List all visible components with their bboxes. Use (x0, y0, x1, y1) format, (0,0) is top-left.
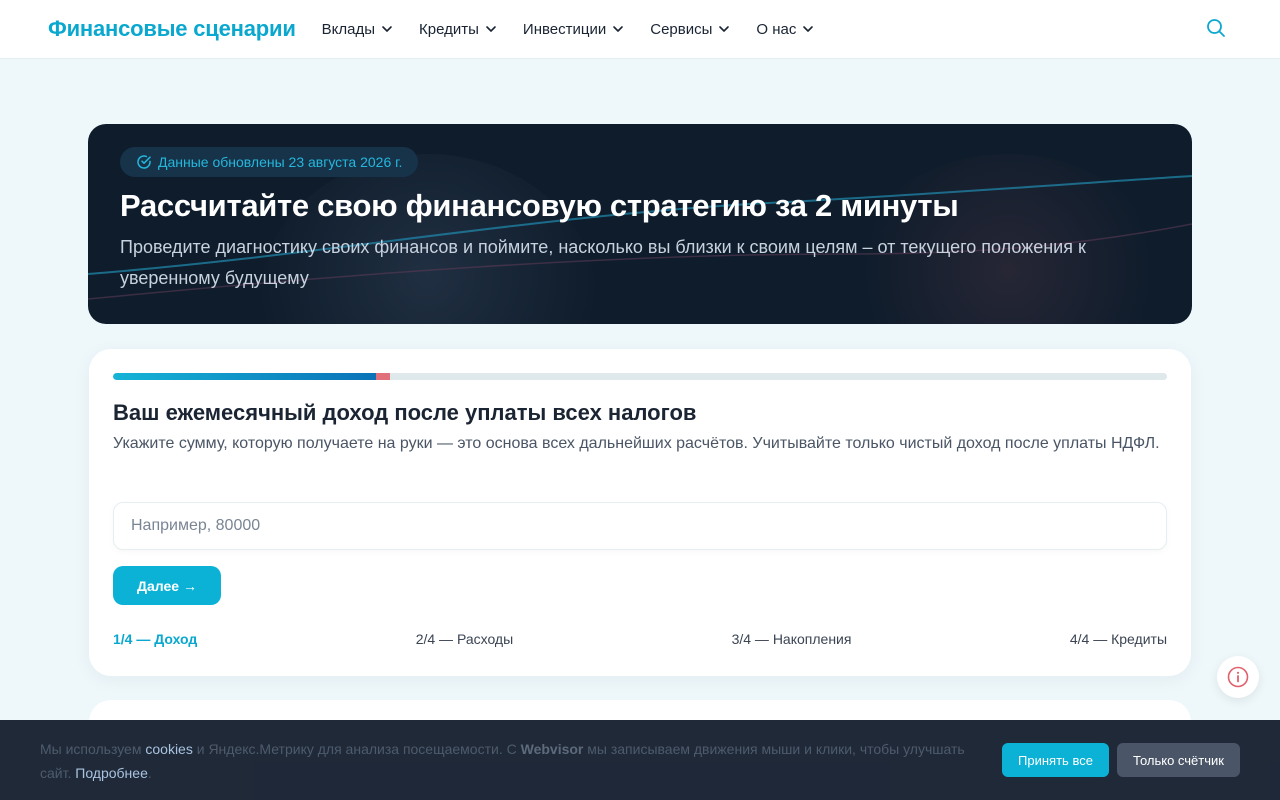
info-icon (1227, 666, 1249, 688)
more-link[interactable]: Подробнее (75, 765, 148, 781)
main-nav: Вклады Кредиты Инвестиции Сервисы О нас (322, 21, 841, 38)
cookies-link[interactable]: cookies (145, 741, 192, 757)
counter-only-button[interactable]: Только счётчик (1117, 743, 1240, 777)
next-button[interactable]: Далее → (113, 566, 221, 605)
accept-all-button[interactable]: Принять все (1002, 743, 1109, 777)
cookie-text-part: и Яндекс.Метрику для анализа посещаемост… (192, 741, 521, 757)
data-updated-badge: Данные обновлены 23 августа 2026 г. (120, 147, 419, 177)
question-hint: Укажите сумму, которую получаете на руки… (113, 435, 1160, 452)
chevron-down-icon (486, 26, 496, 32)
question-title: Ваш ежемесячный доход после уплаты всех … (113, 400, 697, 425)
cookie-text-part: Мы используем (40, 741, 146, 757)
chevron-down-icon (719, 26, 730, 32)
quiz-card: Ваш ежемесячный доход после уплаты всех … (89, 349, 1191, 676)
hero-subtitle: Проведите диагностику своих финансов и п… (120, 237, 1086, 288)
chevron-down-icon (803, 26, 814, 32)
badge-text: Данные обновлены 23 августа 2026 г. (158, 154, 403, 170)
progress-marker (375, 373, 390, 380)
hero-banner: Данные обновлены 23 августа 2026 г. Расс… (88, 124, 1192, 324)
quiz-steps: 1/4 — Доход 2/4 — Расходы 3/4 — Накоплен… (113, 631, 1167, 647)
chevron-down-icon (613, 26, 624, 32)
quiz-progress-bar (113, 373, 1167, 380)
step-savings: 3/4 — Накопления (731, 631, 852, 647)
hero-title: Рассчитайте свою финансовую стратегию за… (120, 188, 959, 223)
site-logo[interactable]: Финансовые сценарии (48, 16, 296, 42)
nav-item-label: Инвестиции (522, 20, 607, 38)
income-input[interactable] (113, 502, 1167, 550)
step-credits: 4/4 — Кредиты (1069, 631, 1167, 647)
cookie-text-part: . (147, 765, 152, 781)
nav-item-label: Кредиты (419, 20, 479, 38)
nav-item-investments[interactable]: Инвестиции (523, 21, 624, 38)
step-expenses: 2/4 — Расходы (415, 631, 514, 647)
search-icon[interactable] (1206, 18, 1226, 38)
nav-item-label: О нас (756, 20, 797, 38)
nav-item-services[interactable]: Сервисы (650, 21, 730, 38)
step-income: 1/4 — Доход (113, 631, 198, 647)
nav-item-credits[interactable]: Кредиты (419, 21, 497, 38)
nav-item-label: Вклады (321, 20, 376, 38)
cookie-banner: Мы используем cookies и Яндекс.Метрику д… (0, 720, 1280, 800)
cookie-text: Мы используем cookies и Яндекс.Метрику д… (40, 737, 980, 785)
progress-fill (113, 373, 377, 380)
site-header: Финансовые сценарии Вклады Кредиты Инвес… (0, 0, 1280, 58)
chevron-down-icon (382, 26, 392, 32)
webvisor-label: Webvisor (520, 741, 584, 757)
check-circle-icon (137, 155, 151, 169)
nav-item-about[interactable]: О нас (756, 21, 814, 38)
nav-item-label: Сервисы (650, 20, 713, 38)
info-button[interactable] (1217, 656, 1259, 698)
nav-item-deposits[interactable]: Вклады (322, 21, 393, 38)
